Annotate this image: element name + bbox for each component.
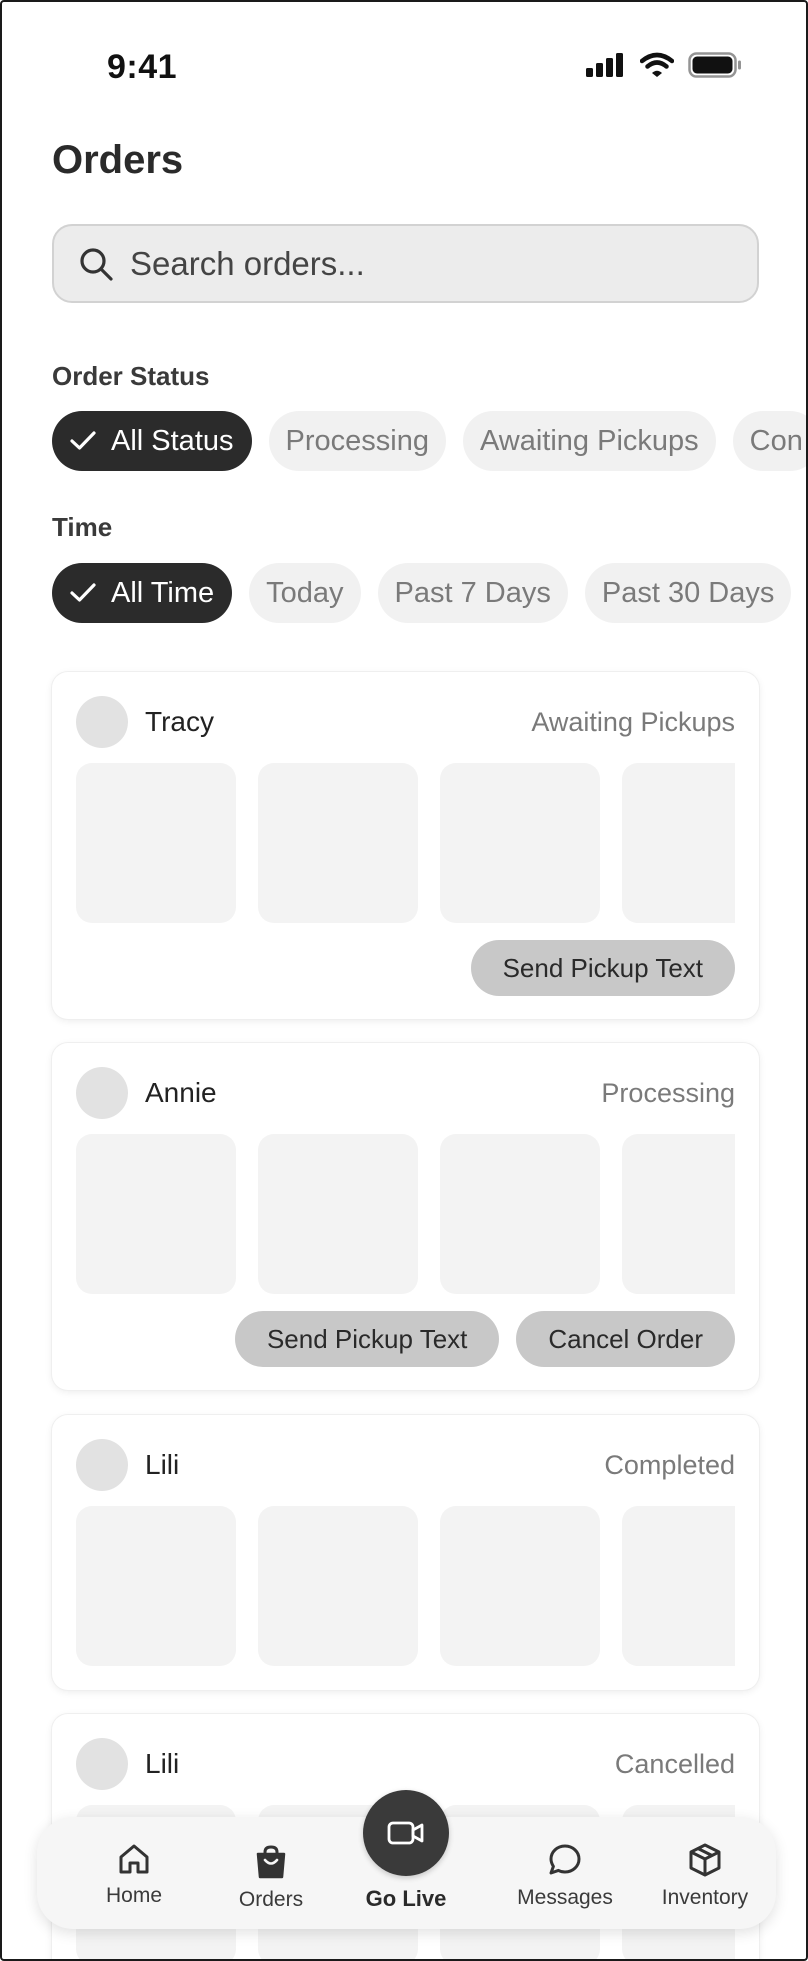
tab-label: Home	[105, 1884, 163, 1907]
product-thumbnail[interactable]	[440, 1134, 600, 1294]
product-thumbnails[interactable]	[76, 1134, 735, 1294]
cellular-signal-icon	[586, 53, 623, 77]
product-thumbnail[interactable]	[76, 763, 236, 923]
chip-past-7-days[interactable]: Past 7 Days	[377, 563, 568, 623]
product-thumbnails[interactable]	[76, 763, 735, 923]
tab-label: Inventory	[661, 1886, 749, 1909]
order-status-label: Order Status	[52, 361, 210, 391]
wifi-icon	[640, 52, 674, 77]
shopping-bag-icon	[256, 1845, 286, 1879]
chip-completed[interactable]: Con	[732, 411, 806, 471]
chip-label: All Time	[111, 576, 215, 609]
send-pickup-text-button[interactable]: Send Pickup Text	[470, 940, 735, 996]
check-icon	[70, 583, 96, 602]
chip-label: Processing	[285, 424, 429, 457]
time-filter-label: Time	[52, 512, 113, 542]
chip-all-time[interactable]: All Time	[52, 563, 233, 623]
order-card-header: Lili Completed	[76, 1439, 735, 1491]
chip-label: Con	[749, 424, 803, 457]
phone-frame: 9:41 Orders Search orders... Order Statu…	[0, 0, 808, 1961]
page-title: Orders	[52, 138, 184, 182]
status-icons	[586, 52, 742, 78]
order-status: Processing	[601, 1077, 735, 1108]
chat-bubble-icon	[549, 1844, 581, 1875]
order-card[interactable]: Tracy Awaiting Pickups Send Pickup Text	[52, 672, 759, 1019]
chip-all-status[interactable]: All Status	[52, 411, 252, 471]
product-thumbnail[interactable]	[622, 1506, 735, 1666]
tab-messages[interactable]: Messages	[499, 1817, 631, 1929]
chip-awaiting-pickups[interactable]: Awaiting Pickups	[462, 411, 716, 471]
order-card-header: Annie Processing	[76, 1067, 735, 1119]
avatar	[76, 1439, 128, 1491]
chip-label: Past 30 Days	[601, 576, 775, 609]
product-thumbnails[interactable]	[76, 1506, 735, 1666]
product-thumbnail[interactable]	[622, 763, 735, 923]
order-actions: Send Pickup Text	[470, 940, 735, 996]
search-bar[interactable]	[52, 224, 759, 303]
video-camera-icon	[387, 1821, 424, 1845]
chip-label: Past 7 Days	[394, 576, 551, 609]
order-actions: Send Pickup Text Cancel Order	[234, 1311, 735, 1367]
product-thumbnail[interactable]	[622, 1134, 735, 1294]
customer-name: Lili	[145, 1449, 180, 1480]
chip-today[interactable]: Today	[249, 563, 361, 623]
order-status-filter-row[interactable]: All Status Processing Awaiting Pickups C…	[52, 411, 806, 471]
status-bar: 9:41	[2, 2, 806, 122]
cancel-order-button[interactable]: Cancel Order	[516, 1311, 735, 1367]
chip-past-30-days[interactable]: Past 30 Days	[584, 563, 792, 623]
chip-label: Today	[266, 576, 344, 609]
product-thumbnail[interactable]	[76, 1506, 236, 1666]
tab-orders[interactable]: Orders	[209, 1817, 333, 1929]
chip-processing[interactable]: Processing	[268, 411, 446, 471]
send-pickup-text-button[interactable]: Send Pickup Text	[234, 1311, 500, 1367]
box-icon	[689, 1843, 721, 1877]
order-card[interactable]: Annie Processing Send Pickup Text Cancel…	[52, 1043, 759, 1390]
home-icon	[119, 1844, 149, 1874]
chip-label: All Status	[111, 424, 234, 457]
product-thumbnail[interactable]	[440, 763, 600, 923]
chip-label: Awaiting Pickups	[479, 424, 699, 457]
battery-icon	[688, 52, 741, 78]
status-time: 9:41	[107, 48, 178, 86]
avatar	[76, 1067, 128, 1119]
go-live-label[interactable]: Go Live	[332, 1886, 480, 1912]
customer-name: Tracy	[145, 706, 214, 737]
check-icon	[70, 431, 96, 450]
customer-name: Annie	[145, 1077, 217, 1108]
time-filter-row[interactable]: All Time Today Past 7 Days Past 30 Days	[52, 563, 792, 623]
order-card-header: Lili Cancelled	[76, 1738, 735, 1790]
search-input[interactable]	[130, 244, 730, 283]
product-thumbnail[interactable]	[258, 763, 418, 923]
order-status: Cancelled	[614, 1748, 735, 1779]
go-live-button[interactable]	[363, 1790, 449, 1876]
avatar	[76, 1738, 128, 1790]
tab-inventory[interactable]: Inventory	[643, 1817, 767, 1929]
product-thumbnail[interactable]	[76, 1134, 236, 1294]
tab-label: Orders	[238, 1888, 304, 1911]
tab-home[interactable]: Home	[72, 1817, 196, 1929]
avatar	[76, 696, 128, 748]
search-icon	[80, 247, 113, 281]
tab-label: Messages	[517, 1886, 613, 1909]
order-status: Awaiting Pickups	[531, 706, 735, 737]
order-card-header: Tracy Awaiting Pickups	[76, 696, 735, 748]
product-thumbnail[interactable]	[258, 1134, 418, 1294]
product-thumbnail[interactable]	[258, 1506, 418, 1666]
order-card[interactable]: Lili Completed	[52, 1415, 759, 1690]
order-status: Completed	[604, 1449, 735, 1480]
product-thumbnail[interactable]	[440, 1506, 600, 1666]
customer-name: Lili	[145, 1748, 180, 1779]
